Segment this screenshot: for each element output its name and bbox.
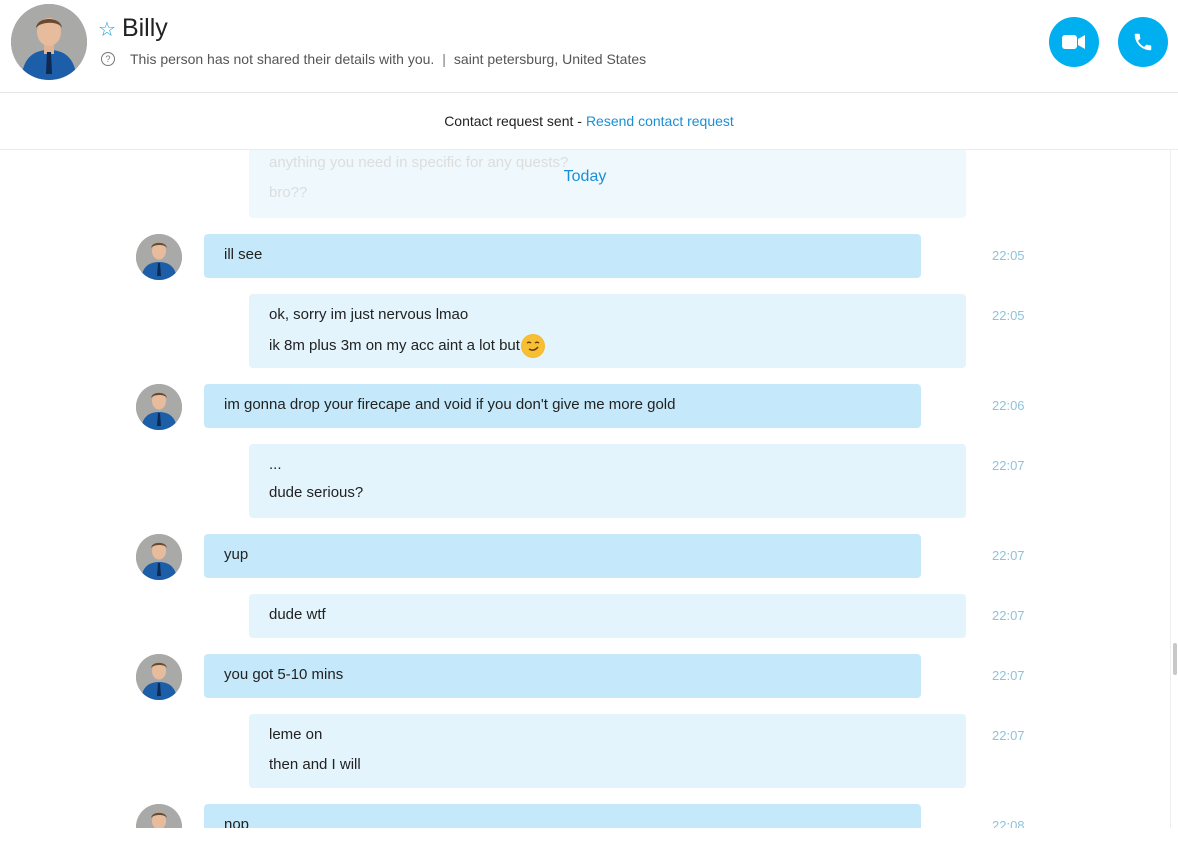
sender-avatar[interactable]	[136, 384, 182, 430]
outgoing-message[interactable]: ... dude serious?	[249, 444, 966, 518]
message-text: you got 5-10 mins	[224, 666, 344, 683]
video-call-button[interactable]	[1049, 17, 1099, 67]
message-timestamp: 22:05	[992, 308, 1025, 323]
incoming-message[interactable]: nop	[204, 804, 921, 828]
smirk-emoji-icon	[520, 334, 545, 358]
message-text: dude wtf	[269, 606, 326, 623]
message-list[interactable]: anything you need in specific for any qu…	[0, 150, 1170, 828]
message-text: leme on	[269, 726, 323, 743]
message-timestamp: 22:07	[992, 668, 1025, 683]
outgoing-message[interactable]: ok, sorry im just nervous lmao ik 8m plu…	[249, 294, 966, 368]
message-timestamp: 22:07	[992, 608, 1025, 623]
message-timestamp: 22:06	[992, 398, 1025, 413]
incoming-message[interactable]: you got 5-10 mins	[204, 654, 921, 698]
resend-contact-request-link[interactable]: Resend contact request	[586, 113, 734, 129]
outgoing-message[interactable]: dude wtf	[249, 594, 966, 638]
message-text: ill see	[224, 246, 263, 263]
incoming-message[interactable]: im gonna drop your firecape and void if …	[204, 384, 921, 428]
message-text: im gonna drop your firecape and void if …	[224, 396, 676, 413]
message-text: ok, sorry im just nervous lmao	[269, 306, 469, 323]
message-text: ik 8m plus 3m on my acc aint a lot but	[269, 336, 520, 354]
sender-avatar[interactable]	[136, 234, 182, 280]
window-bottom-edge	[0, 828, 1178, 866]
message-text: nop	[224, 816, 250, 828]
scrollbar-thumb[interactable]	[1173, 643, 1177, 675]
message-timestamp: 22:07	[992, 728, 1025, 743]
conversation-header: ☆ Billy ? This person has not shared the…	[0, 0, 1178, 93]
sender-avatar[interactable]	[136, 534, 182, 580]
contact-avatar[interactable]	[11, 4, 87, 80]
audio-call-button[interactable]	[1118, 17, 1168, 67]
message-timestamp: 22:05	[992, 248, 1025, 263]
contact-name: Billy	[121, 14, 168, 42]
chat-scrollbar[interactable]	[1170, 150, 1178, 828]
contact-request-bar: Contact request sent - Resend contact re…	[0, 93, 1178, 150]
video-camera-icon	[1062, 35, 1085, 49]
outgoing-message[interactable]: leme on then and I will	[249, 714, 966, 788]
message-timestamp: 22:08	[992, 818, 1025, 828]
message-text: then and I will	[269, 756, 361, 773]
sender-avatar[interactable]	[136, 654, 182, 700]
question-circle-icon[interactable]: ?	[101, 52, 115, 66]
message-timestamp: 22:07	[992, 458, 1025, 473]
contact-details-text: This person has not shared their details…	[130, 51, 435, 67]
message-text: ...	[269, 456, 282, 473]
separator: |	[442, 51, 446, 67]
incoming-message[interactable]: yup	[204, 534, 921, 578]
date-divider: Today	[563, 168, 607, 185]
sender-avatar[interactable]	[136, 804, 182, 828]
incoming-message[interactable]: ill see	[204, 234, 921, 278]
star-outline-icon[interactable]: ☆	[98, 19, 116, 39]
phone-icon	[1134, 33, 1152, 51]
message-text-with-emoji: ik 8m plus 3m on my acc aint a lot but	[269, 334, 545, 358]
message-timestamp: 22:07	[992, 548, 1025, 563]
message-text: bro??	[269, 184, 308, 201]
message-text: dude serious?	[269, 484, 364, 501]
message-text: yup	[224, 546, 249, 563]
contact-location: saint petersburg, United States	[453, 51, 647, 67]
contact-request-status: Contact request sent -	[444, 113, 582, 129]
